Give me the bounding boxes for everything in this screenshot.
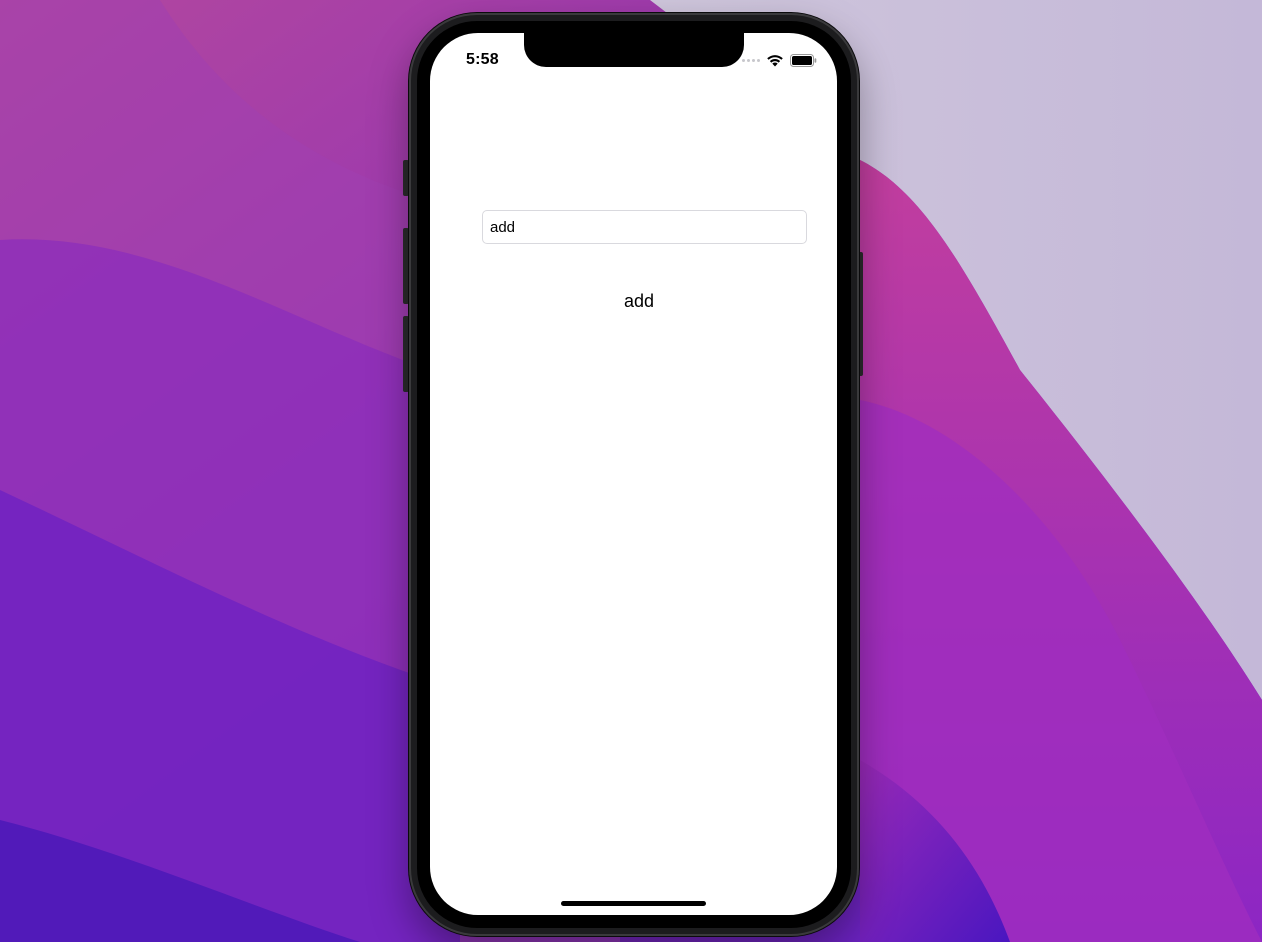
notch [524, 33, 744, 67]
signal-icon [742, 58, 760, 62]
phone-screen: 5:58 add [430, 33, 837, 915]
home-indicator[interactable] [561, 901, 706, 906]
wifi-icon [767, 54, 783, 66]
add-label: add [623, 291, 655, 311]
status-time: 5:58 [466, 51, 499, 68]
battery-icon [790, 53, 817, 67]
desktop-background: 5:58 add [0, 0, 1262, 942]
status-icons [742, 52, 817, 68]
add-text-field[interactable] [482, 210, 807, 244]
